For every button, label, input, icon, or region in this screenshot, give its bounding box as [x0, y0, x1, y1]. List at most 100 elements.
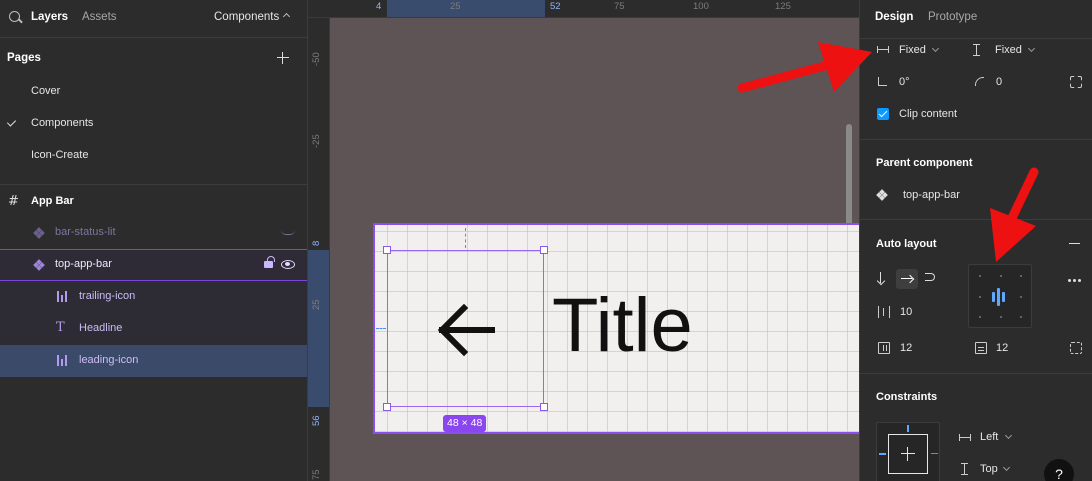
more-options-icon[interactable] — [1068, 279, 1082, 282]
ruler-tick-label: 56 — [311, 415, 322, 426]
ruler-tick-label: 52 — [550, 1, 561, 12]
page-item-icon-create[interactable]: Icon-Create — [31, 149, 88, 161]
auto-layout-icon — [57, 355, 69, 366]
resize-handle[interactable] — [383, 246, 391, 254]
resize-handle[interactable] — [540, 246, 548, 254]
width-mode-select[interactable]: Fixed — [899, 44, 926, 56]
tab-prototype[interactable]: Prototype — [928, 11, 977, 23]
clip-content-label: Clip content — [899, 108, 958, 120]
auto-layout-icon — [57, 291, 69, 302]
resize-handle[interactable] — [540, 403, 548, 411]
component-icon — [876, 189, 888, 201]
chevron-up-icon[interactable] — [282, 12, 291, 21]
ruler-tick-label: 25 — [450, 1, 461, 12]
horizontal-constraint-icon — [959, 434, 971, 441]
unlock-icon[interactable] — [264, 256, 275, 268]
corner-radius-input[interactable]: 0 — [996, 76, 1002, 88]
ruler-tick-label: 25 — [311, 299, 322, 310]
corner-radius-icon — [975, 77, 984, 86]
component-instance-icon — [33, 259, 45, 271]
headline-text[interactable]: Title — [552, 288, 693, 364]
remove-auto-layout-icon[interactable] — [1069, 243, 1080, 245]
height-icon — [973, 44, 980, 56]
divider — [860, 139, 1092, 140]
vertical-constraint-icon — [961, 463, 968, 475]
vertical-direction-icon[interactable] — [880, 272, 882, 283]
text-layer-icon: T — [56, 320, 65, 335]
tab-layers[interactable]: Layers — [31, 11, 68, 23]
ruler-tick-label: 4 — [376, 1, 382, 12]
page-switcher[interactable]: Components — [214, 11, 279, 23]
chevron-down-icon[interactable] — [1004, 431, 1013, 440]
chevron-down-icon[interactable] — [931, 44, 940, 53]
layer-label: leading-icon — [79, 354, 139, 366]
independent-padding-icon[interactable] — [1070, 342, 1082, 354]
alignment-picker[interactable] — [968, 264, 1032, 328]
item-spacing-input[interactable]: 10 — [900, 306, 912, 318]
help-button[interactable]: ? — [1044, 459, 1074, 481]
layer-label: Headline — [79, 322, 123, 334]
constraints-heading: Constraints — [876, 391, 938, 403]
resize-handle[interactable] — [383, 403, 391, 411]
divider — [860, 38, 1092, 39]
chevron-down-icon[interactable] — [1027, 44, 1036, 53]
vertical-constraint-select[interactable]: Top — [980, 463, 998, 475]
layer-label: trailing-icon — [79, 290, 136, 302]
layer-label: top-app-bar — [55, 258, 112, 270]
wrap-icon[interactable] — [925, 273, 935, 281]
height-mode-select[interactable]: Fixed — [995, 44, 1022, 56]
ruler-tick-label: 75 — [311, 469, 322, 480]
horizontal-padding-input[interactable]: 12 — [900, 342, 912, 354]
layer-row-bar-status[interactable]: bar-status-lit — [0, 217, 307, 249]
ruler-horizontal: 4 25 52 75 100 125 — [308, 0, 859, 18]
add-page-icon[interactable] — [277, 52, 289, 64]
divider[interactable] — [0, 184, 307, 185]
tab-assets[interactable]: Assets — [82, 11, 117, 23]
page-item-cover[interactable]: Cover — [31, 85, 60, 97]
ruler-vertical: -50 -25 8 25 56 75 — [308, 18, 330, 481]
auto-layout-heading: Auto layout — [876, 238, 937, 250]
ruler-tick-label: -50 — [311, 52, 322, 66]
search-icon[interactable] — [9, 11, 20, 22]
spacing-guide — [465, 228, 466, 248]
parent-component-heading: Parent component — [876, 157, 973, 169]
rotation-icon — [878, 77, 887, 86]
spacing-guide — [376, 328, 386, 329]
ruler-tick-label: -25 — [311, 134, 322, 148]
horizontal-constraint-select[interactable]: Left — [980, 431, 998, 443]
rotation-input[interactable]: 0° — [899, 76, 910, 88]
layers-panel: Layers Assets Components Pages Cover Com… — [0, 0, 308, 481]
pages-heading: Pages — [7, 52, 41, 64]
ruler-selection-highlight — [387, 0, 545, 17]
item-spacing-icon — [878, 306, 890, 318]
hidden-eye-icon[interactable] — [281, 230, 295, 235]
parent-component-link[interactable]: top-app-bar — [903, 189, 960, 201]
vertical-padding-input[interactable]: 12 — [996, 342, 1008, 354]
properties-panel: Design Prototype Fixed Fixed 0° 0 Clip c… — [859, 0, 1092, 481]
layer-frame-app-bar[interactable]: App Bar — [31, 195, 74, 207]
horizontal-direction-button[interactable] — [896, 269, 918, 289]
arrow-back-icon — [437, 303, 495, 357]
page-item-components[interactable]: Components — [31, 117, 93, 129]
check-icon — [6, 117, 17, 127]
ruler-tick-label: 100 — [693, 1, 709, 12]
constraints-widget[interactable] — [876, 422, 940, 481]
layer-row-top-app-bar[interactable]: top-app-bar — [0, 249, 307, 281]
chevron-down-icon[interactable] — [1002, 463, 1011, 472]
component-instance-icon — [33, 227, 45, 239]
layer-label: bar-status-lit — [55, 226, 116, 238]
ruler-tick-label: 75 — [614, 1, 625, 12]
horizontal-padding-icon — [878, 342, 890, 354]
ruler-tick-label: 8 — [311, 240, 322, 246]
width-icon — [877, 46, 889, 53]
tab-design[interactable]: Design — [875, 11, 913, 23]
clip-content-checkbox[interactable] — [877, 108, 889, 120]
divider — [860, 219, 1092, 220]
layer-row-trailing-icon[interactable]: trailing-icon — [0, 281, 307, 313]
layer-row-headline[interactable]: T Headline — [0, 313, 307, 345]
vertical-padding-icon — [975, 342, 987, 354]
independent-corners-icon[interactable] — [1070, 76, 1082, 88]
layer-row-leading-icon[interactable]: leading-icon — [0, 345, 307, 377]
eye-icon[interactable] — [281, 260, 295, 269]
ruler-tick-label: 125 — [775, 1, 791, 12]
